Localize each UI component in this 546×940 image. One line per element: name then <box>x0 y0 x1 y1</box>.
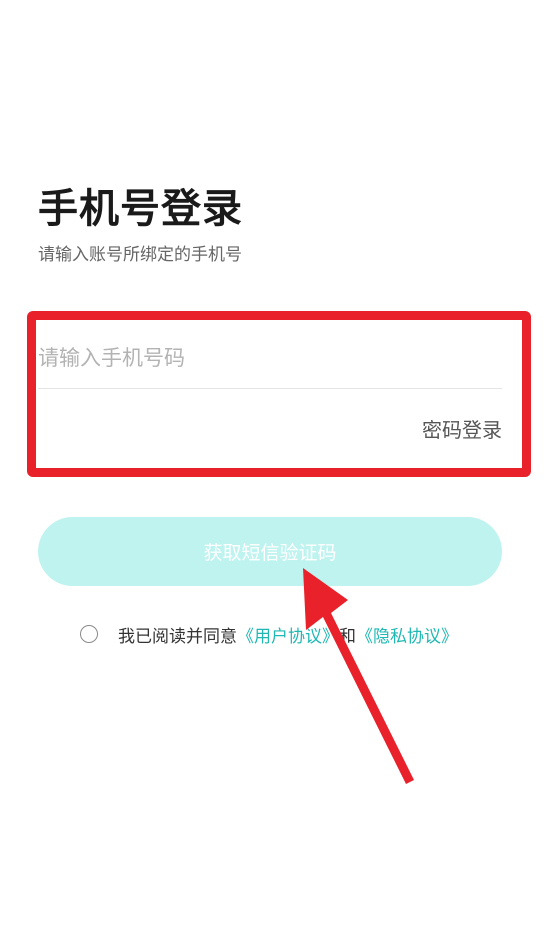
agree-radio[interactable] <box>80 625 98 643</box>
login-page: 手机号登录 请输入账号所绑定的手机号 密码登录 获取短信验证码 我已阅读并同意 … <box>0 0 546 940</box>
user-agreement-link[interactable]: 《用户协议》 <box>237 622 339 647</box>
pointer-arrow-icon <box>303 568 414 784</box>
get-sms-code-button[interactable]: 获取短信验证码 <box>38 517 502 586</box>
password-login-link[interactable]: 密码登录 <box>422 414 502 443</box>
privacy-agreement-link[interactable]: 《隐私协议》 <box>356 622 458 647</box>
page-title: 手机号登录 <box>38 186 243 232</box>
agreement-conjunction: 和 <box>339 626 356 647</box>
input-divider <box>38 388 502 389</box>
agreement-prefix: 我已阅读并同意 <box>118 626 237 647</box>
phone-input[interactable] <box>38 336 502 380</box>
page-subtitle: 请输入账号所绑定的手机号 <box>38 245 242 265</box>
agreement-row: 我已阅读并同意 《用户协议》 和 《隐私协议》 <box>80 622 458 647</box>
